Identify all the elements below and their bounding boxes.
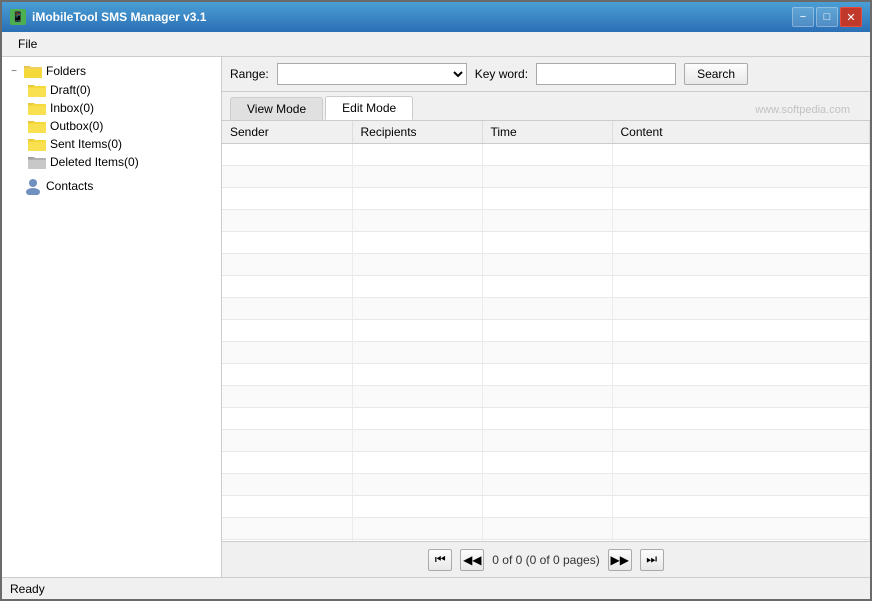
sidebar-item-contacts[interactable]: Contacts xyxy=(2,175,221,197)
toolbar: Range: Key word: Search xyxy=(222,57,870,92)
watermark: www.softpedia.com xyxy=(755,104,850,116)
sidebar-tree-children: Draft(0) Inbox(0) xyxy=(2,81,221,171)
sidebar-item-outbox[interactable]: Outbox(0) xyxy=(22,117,221,135)
first-page-button[interactable]: ⏮ xyxy=(428,549,452,571)
table-row xyxy=(222,364,870,386)
sidebar-item-inbox[interactable]: Inbox(0) xyxy=(22,99,221,117)
folder-icon xyxy=(24,64,42,78)
title-bar: 📱 iMobileTool SMS Manager v3.1 − □ ✕ xyxy=(2,2,870,32)
sms-table: Sender Recipients Time Content xyxy=(222,121,870,541)
table-row xyxy=(222,430,870,452)
pagination: ⏮ ◀◀ 0 of 0 (0 of 0 pages) ▶▶ ⏭ xyxy=(222,541,870,577)
table-row xyxy=(222,518,870,540)
tab-edit-mode[interactable]: Edit Mode xyxy=(325,96,413,120)
minimize-button[interactable]: − xyxy=(792,7,814,27)
col-recipients: Recipients xyxy=(352,121,482,144)
window-title: iMobileTool SMS Manager v3.1 xyxy=(32,10,792,24)
inbox-label: Inbox(0) xyxy=(50,101,94,115)
folder-sent-icon xyxy=(28,137,46,151)
page-info: 0 of 0 (0 of 0 pages) xyxy=(492,553,599,567)
folder-inbox-icon xyxy=(28,101,46,115)
table-row xyxy=(222,474,870,496)
folders-label: Folders xyxy=(46,64,86,78)
table-row xyxy=(222,232,870,254)
sent-label: Sent Items(0) xyxy=(50,137,122,151)
window-controls: − □ ✕ xyxy=(792,7,862,27)
table-area: Sender Recipients Time Content xyxy=(222,121,870,541)
table-row xyxy=(222,188,870,210)
table-row xyxy=(222,540,870,542)
contacts-label: Contacts xyxy=(46,179,93,193)
keyword-label: Key word: xyxy=(475,67,528,81)
sidebar-item-draft[interactable]: Draft(0) xyxy=(22,81,221,99)
table-row xyxy=(222,276,870,298)
table-row xyxy=(222,452,870,474)
table-row xyxy=(222,166,870,188)
outbox-label: Outbox(0) xyxy=(50,119,103,133)
prev-page-button[interactable]: ◀◀ xyxy=(460,549,484,571)
maximize-button[interactable]: □ xyxy=(816,7,838,27)
close-button[interactable]: ✕ xyxy=(840,7,862,27)
range-label: Range: xyxy=(230,67,269,81)
table-row xyxy=(222,386,870,408)
table-row xyxy=(222,408,870,430)
folder-outbox-icon xyxy=(28,119,46,133)
deleted-label: Deleted Items(0) xyxy=(50,155,139,169)
tab-bar: View Mode Edit Mode www.softpedia.com xyxy=(222,92,870,121)
table-row xyxy=(222,320,870,342)
status-text: Ready xyxy=(10,582,45,596)
status-bar: Ready xyxy=(2,577,870,599)
next-page-button[interactable]: ▶▶ xyxy=(608,549,632,571)
expand-icon: − xyxy=(6,63,22,79)
app-icon: 📱 xyxy=(10,9,26,25)
sidebar-item-sent[interactable]: Sent Items(0) xyxy=(22,135,221,153)
contacts-expand-icon xyxy=(6,178,22,194)
sidebar-item-folders[interactable]: − Folders xyxy=(2,61,221,81)
table-row xyxy=(222,496,870,518)
search-button[interactable]: Search xyxy=(684,63,748,85)
table-row xyxy=(222,144,870,166)
menu-bar: File xyxy=(2,32,870,57)
col-sender: Sender xyxy=(222,121,352,144)
contacts-icon xyxy=(24,177,42,195)
col-content: Content xyxy=(612,121,870,144)
tab-view-mode[interactable]: View Mode xyxy=(230,97,323,120)
folder-deleted-icon xyxy=(28,155,46,169)
range-select[interactable] xyxy=(277,63,467,85)
menu-file[interactable]: File xyxy=(10,35,45,53)
keyword-input[interactable] xyxy=(536,63,676,85)
table-row xyxy=(222,342,870,364)
folder-draft-icon xyxy=(28,83,46,97)
main-window: 📱 iMobileTool SMS Manager v3.1 − □ ✕ Fil… xyxy=(0,0,872,601)
draft-label: Draft(0) xyxy=(50,83,91,97)
main-content: − Folders xyxy=(2,57,870,577)
sidebar-item-deleted[interactable]: Deleted Items(0) xyxy=(22,153,221,171)
last-page-button[interactable]: ⏭ xyxy=(640,549,664,571)
table-row xyxy=(222,210,870,232)
sidebar: − Folders xyxy=(2,57,222,577)
right-panel: Range: Key word: Search View Mode Edit M… xyxy=(222,57,870,577)
table-row xyxy=(222,254,870,276)
table-row xyxy=(222,298,870,320)
col-time: Time xyxy=(482,121,612,144)
